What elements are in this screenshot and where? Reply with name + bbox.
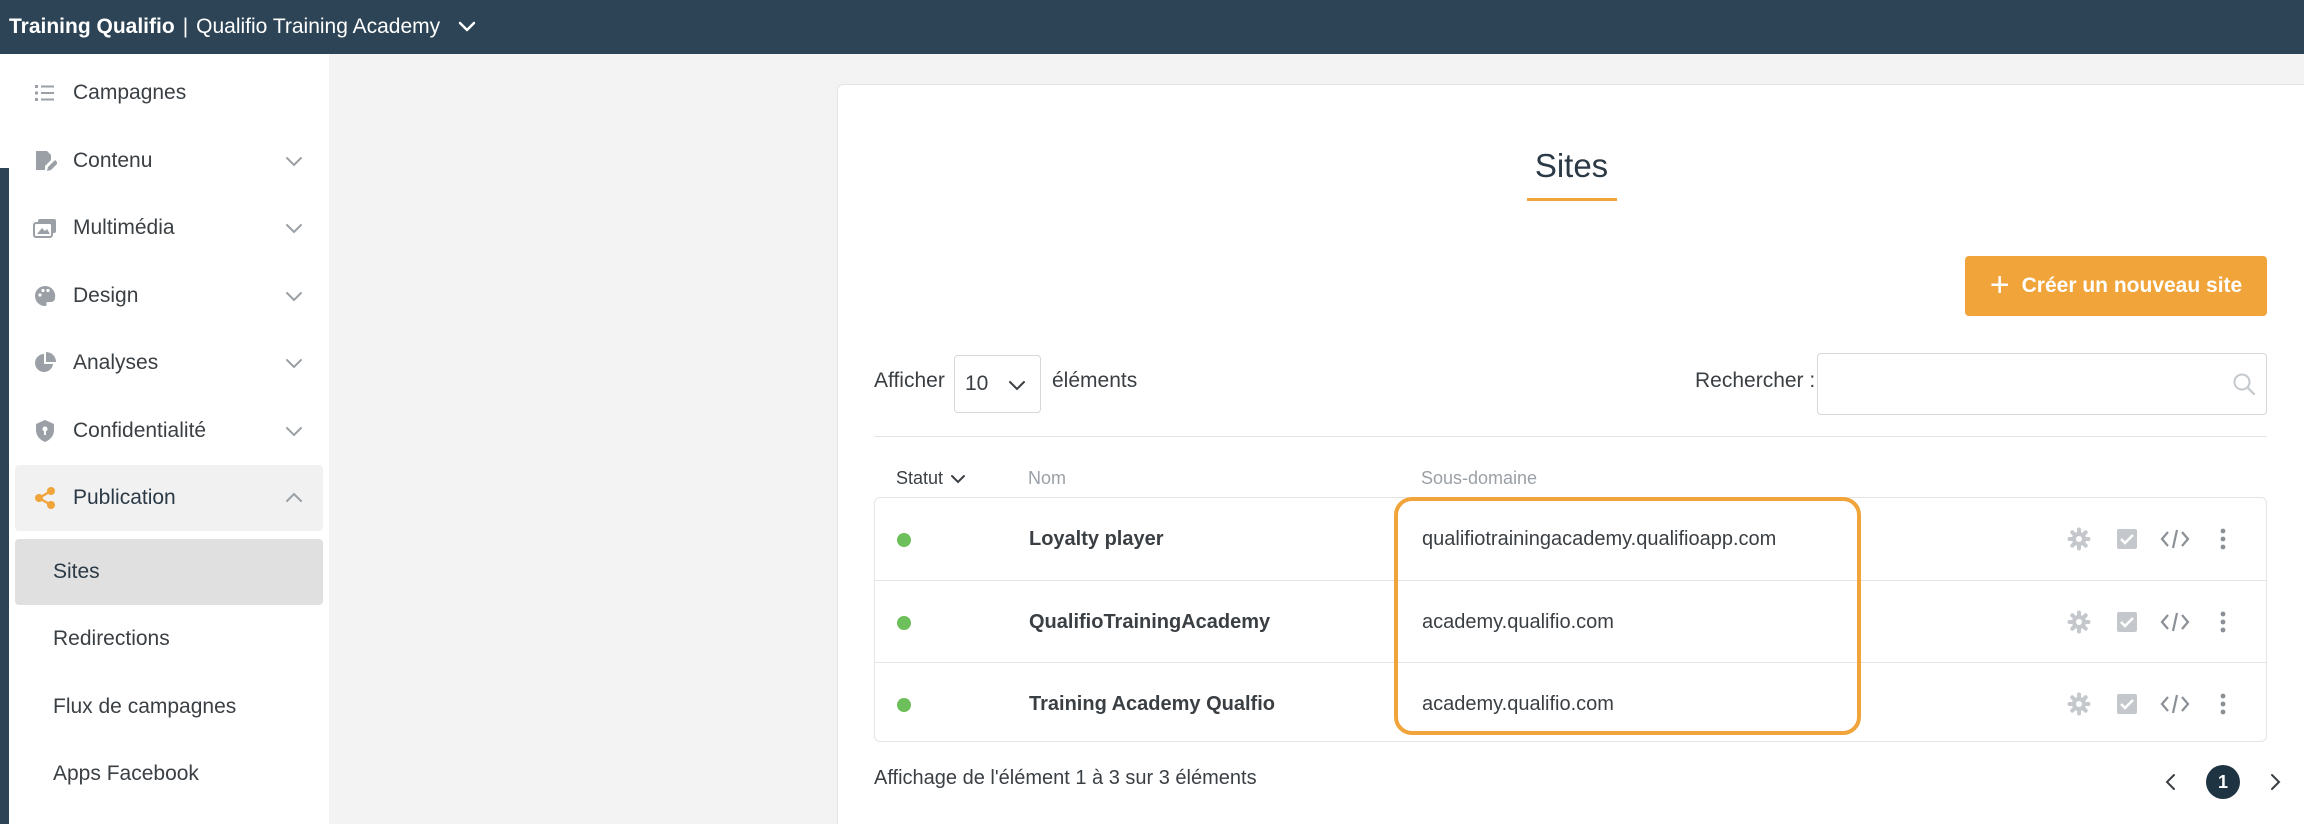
- row-actions: [2048, 605, 2240, 639]
- column-header-name[interactable]: Nom: [1028, 468, 1066, 489]
- edit-content-icon: [32, 148, 58, 174]
- search-label: Rechercher :: [1695, 369, 1816, 392]
- code-icon[interactable]: [2158, 687, 2192, 721]
- checkbox-icon[interactable]: [2110, 605, 2144, 639]
- subdomain-highlight-box: [1394, 497, 1861, 735]
- column-header-label: Statut: [896, 468, 944, 488]
- topbar-separator: |: [182, 15, 189, 38]
- chevron-down-icon: [1006, 374, 1028, 396]
- title-underline: [1527, 198, 1617, 201]
- plus-icon: +: [1989, 265, 2010, 304]
- org-name: Training Qualifio: [9, 15, 175, 38]
- table-info: Affichage de l'élément 1 à 3 sur 3 éléme…: [874, 767, 1257, 789]
- list-icon: [32, 80, 58, 106]
- account-name[interactable]: Qualifio Training Academy: [196, 15, 440, 39]
- search-icon[interactable]: [2231, 371, 2257, 397]
- more-vertical-icon[interactable]: [2206, 522, 2240, 556]
- site-name[interactable]: Loyalty player: [1029, 528, 1164, 551]
- sidebar-stripe-gap: [0, 54, 9, 168]
- site-name[interactable]: QualifioTrainingAcademy: [1029, 611, 1270, 634]
- chevron-down-icon: [283, 285, 305, 307]
- sidebar-item-label: Confidentialité: [73, 419, 207, 442]
- column-header-status[interactable]: Statut: [896, 468, 967, 489]
- page-title: Sites: [1534, 147, 1609, 184]
- sidebar-item-confidentialite[interactable]: Confidentialité: [15, 398, 323, 464]
- sidebar-item-publication[interactable]: Publication: [15, 465, 323, 531]
- chevron-left-icon[interactable]: [2158, 769, 2184, 795]
- code-icon[interactable]: [2158, 522, 2192, 556]
- chevron-down-icon: [283, 217, 305, 239]
- sidebar-subitem-label: Apps Facebook: [53, 762, 199, 785]
- row-actions: [2048, 522, 2240, 556]
- sidebar-subitem-flux-de-campagnes[interactable]: Flux de campagnes: [15, 674, 323, 740]
- sidebar-item-label: Publication: [73, 486, 176, 509]
- code-icon[interactable]: [2158, 605, 2192, 639]
- sidebar-subitem-redirections[interactable]: Redirections: [15, 606, 323, 672]
- sidebar-subitem-label: Flux de campagnes: [53, 695, 237, 718]
- show-label: Afficher: [874, 369, 945, 392]
- sidebar-item-design[interactable]: Design: [15, 263, 323, 329]
- sidebar-subitem-label: Sites: [53, 560, 100, 583]
- page-size-value: 10: [965, 372, 989, 395]
- sidebar-item-label: Campagnes: [73, 81, 187, 104]
- shield-icon: [32, 418, 58, 444]
- more-vertical-icon[interactable]: [2206, 605, 2240, 639]
- sidebar-item-contenu[interactable]: Contenu: [15, 128, 323, 194]
- chevron-down-icon: [283, 420, 305, 442]
- sidebar-item-label: Contenu: [73, 149, 153, 172]
- sidebar-subitem-apps-facebook[interactable]: Apps Facebook: [15, 741, 323, 807]
- gear-icon[interactable]: [2062, 687, 2096, 721]
- chevron-up-icon: [283, 487, 305, 509]
- checkbox-icon[interactable]: [2110, 687, 2144, 721]
- sites-card: Sites + Créer un nouveau site Afficher 1…: [837, 84, 2304, 824]
- gear-icon[interactable]: [2062, 605, 2096, 639]
- gear-icon[interactable]: [2062, 522, 2096, 556]
- status-active-dot: [897, 698, 911, 712]
- sidebar-item-analyses[interactable]: Analyses: [15, 330, 323, 396]
- status-active-dot: [897, 533, 911, 547]
- share-icon: [32, 485, 58, 511]
- pagination: 1: [2158, 765, 2288, 799]
- row-actions: [2048, 687, 2240, 721]
- sidebar-item-label: Analyses: [73, 351, 159, 374]
- sidebar-item-campagnes[interactable]: Campagnes: [15, 60, 323, 126]
- page-number-current[interactable]: 1: [2206, 765, 2240, 799]
- sort-chevron-down-icon: [949, 470, 967, 488]
- sidebar-subitem-label: Redirections: [53, 627, 170, 650]
- sidebar-item-multimedia[interactable]: Multimédia: [15, 195, 323, 261]
- sidebar-item-label: Design: [73, 284, 139, 307]
- elements-label: éléments: [1052, 369, 1138, 392]
- pie-chart-icon: [32, 350, 58, 376]
- create-site-label: Créer un nouveau site: [2021, 274, 2243, 297]
- status-active-dot: [897, 616, 911, 630]
- search-input[interactable]: [1817, 353, 2267, 415]
- top-bar: Training Qualifio | Qualifio Training Ac…: [0, 0, 2304, 54]
- sidebar-subitem-sites[interactable]: Sites: [15, 539, 323, 605]
- page-size-select[interactable]: 10: [954, 355, 1041, 413]
- checkbox-icon[interactable]: [2110, 522, 2144, 556]
- sidebar-item-label: Multimédia: [73, 216, 175, 239]
- toolbar-divider: [874, 436, 2267, 437]
- palette-icon: [32, 283, 58, 309]
- chevron-down-icon: [283, 150, 305, 172]
- chevron-down-icon[interactable]: [456, 16, 478, 38]
- create-site-button[interactable]: + Créer un nouveau site: [1965, 256, 2267, 316]
- sidebar-accent-stripe: [0, 54, 9, 824]
- site-name[interactable]: Training Academy Qualfio: [1029, 693, 1275, 716]
- more-vertical-icon[interactable]: [2206, 687, 2240, 721]
- images-icon: [32, 215, 58, 241]
- chevron-down-icon: [283, 352, 305, 374]
- chevron-right-icon[interactable]: [2262, 769, 2288, 795]
- column-header-subdomain[interactable]: Sous-domaine: [1421, 468, 1537, 489]
